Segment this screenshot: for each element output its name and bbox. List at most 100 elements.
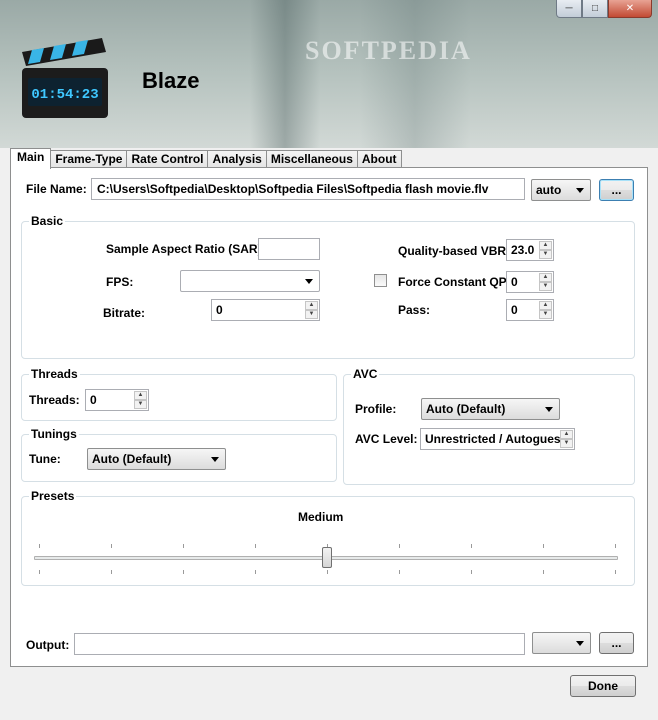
vbr-value: 23.0: [511, 243, 535, 257]
stepper-up-icon[interactable]: ▲: [134, 391, 147, 400]
avc-level-stepper[interactable]: Unrestricted / Autoguess ▲ ▼: [420, 428, 575, 450]
slider-tick: [543, 544, 544, 548]
stepper-up-icon[interactable]: ▲: [539, 301, 552, 310]
threads-group-title: Threads: [29, 367, 80, 381]
tune-label: Tune:: [29, 452, 61, 466]
stepper-up-icon[interactable]: ▲: [305, 301, 318, 310]
close-icon[interactable]: ✕: [608, 0, 652, 18]
stepper-down-icon[interactable]: ▼: [560, 439, 573, 448]
output-field[interactable]: [74, 633, 525, 655]
chevron-down-icon: [576, 188, 584, 193]
minimize-icon[interactable]: ─: [556, 0, 582, 18]
profile-select[interactable]: Auto (Default): [421, 398, 560, 420]
slider-tick: [111, 570, 112, 574]
tab-main[interactable]: Main: [10, 148, 52, 169]
stepper-down-icon[interactable]: ▼: [539, 250, 552, 259]
force-qp-value: 0: [511, 275, 518, 289]
slider-tick: [543, 570, 544, 574]
slider-tick: [399, 570, 400, 574]
output-format-select[interactable]: [532, 632, 591, 654]
stepper-up-icon[interactable]: ▲: [539, 273, 552, 282]
background-trees-2: [360, 0, 470, 148]
avc-group-title: AVC: [351, 367, 380, 381]
maximize-icon[interactable]: □: [582, 0, 608, 18]
header-banner: SOFTPEDIA 01:54:23 Blaze ─ □ ✕: [0, 0, 658, 148]
slider-tick: [39, 570, 40, 574]
basic-group-title: Basic: [29, 214, 66, 228]
slider-tick: [183, 570, 184, 574]
app-title: Blaze: [142, 68, 200, 93]
bitrate-label: Bitrate:: [103, 306, 146, 320]
force-qp-label: Force Constant QP:: [398, 275, 511, 289]
tunings-group-title: Tunings: [29, 427, 79, 441]
stepper-down-icon[interactable]: ▼: [539, 282, 552, 291]
preset-current-label: Medium: [298, 510, 344, 524]
slider-tick: [39, 544, 40, 548]
stepper-down-icon[interactable]: ▼: [134, 400, 147, 409]
stepper-up-icon[interactable]: ▲: [539, 241, 552, 250]
chevron-down-icon: [576, 641, 584, 646]
avc-level-label: AVC Level:: [355, 432, 418, 446]
profile-label: Profile:: [355, 402, 397, 416]
stepper-up-icon[interactable]: ▲: [560, 430, 573, 439]
threads-label: Threads:: [29, 393, 80, 407]
file-name-label: File Name:: [26, 182, 87, 196]
sar-field[interactable]: [258, 238, 320, 260]
fps-select[interactable]: [180, 270, 320, 292]
watermark-text: SOFTPEDIA: [305, 36, 472, 65]
bitrate-value: 0: [216, 303, 223, 317]
browse-output-button[interactable]: ...: [599, 632, 634, 654]
chevron-down-icon: [305, 279, 313, 284]
background-trees: [250, 0, 320, 148]
pass-value: 0: [511, 303, 518, 317]
slider-tick: [615, 570, 616, 574]
threads-stepper[interactable]: 0 ▲ ▼: [85, 389, 149, 411]
slider-tick: [399, 544, 400, 548]
presets-group-title: Presets: [29, 489, 77, 503]
done-button[interactable]: Done: [570, 675, 636, 697]
slider-tick: [327, 570, 328, 574]
clapperboard-logo-icon: 01:54:23: [22, 38, 108, 118]
bitrate-stepper-arrows: ▲ ▼: [305, 301, 318, 319]
chevron-down-icon: [545, 407, 553, 412]
input-format-value: auto: [536, 183, 562, 197]
pass-label: Pass:: [398, 303, 431, 317]
slider-tick: [111, 544, 112, 548]
avc-level-value: Unrestricted / Autoguess: [425, 432, 568, 446]
vbr-stepper[interactable]: 23.0 ▲ ▼: [506, 239, 554, 261]
force-qp-stepper[interactable]: 0 ▲ ▼: [506, 271, 554, 293]
pass-stepper-arrows: ▲ ▼: [539, 301, 552, 319]
profile-value: Auto (Default): [426, 402, 506, 416]
pass-stepper[interactable]: 0 ▲ ▼: [506, 299, 554, 321]
tune-select[interactable]: Auto (Default): [87, 448, 226, 470]
tab-strip: Main Frame-Type Rate Control Analysis Mi…: [10, 148, 402, 169]
stepper-down-icon[interactable]: ▼: [305, 310, 318, 319]
vbr-stepper-arrows: ▲ ▼: [539, 241, 552, 259]
file-name-field[interactable]: C:\Users\Softpedia\Desktop\Softpedia Fil…: [91, 178, 525, 200]
slider-tick: [255, 570, 256, 574]
logo-clock-text: 01:54:23: [31, 87, 98, 103]
threads-value: 0: [90, 393, 97, 407]
tune-value: Auto (Default): [92, 452, 172, 466]
window-controls: ─ □ ✕: [556, 0, 652, 18]
output-label: Output:: [26, 638, 70, 652]
fps-label: FPS:: [106, 275, 134, 289]
browse-input-button[interactable]: ...: [599, 179, 634, 201]
stepper-down-icon[interactable]: ▼: [539, 310, 552, 319]
threads-stepper-arrows: ▲ ▼: [134, 391, 147, 409]
slider-tick: [255, 544, 256, 548]
force-qp-stepper-arrows: ▲ ▼: [539, 273, 552, 291]
force-qp-checkbox[interactable]: [374, 274, 387, 287]
vbr-label: Quality-based VBR:: [398, 244, 511, 258]
slider-tick: [615, 544, 616, 548]
slider-tick: [471, 544, 472, 548]
input-format-select[interactable]: auto: [531, 179, 591, 201]
main-tab-panel: File Name: C:\Users\Softpedia\Desktop\So…: [10, 167, 648, 667]
chevron-down-icon: [211, 457, 219, 462]
preset-slider-thumb[interactable]: [322, 547, 332, 568]
avc-level-stepper-arrows: ▲ ▼: [560, 430, 573, 448]
bitrate-stepper[interactable]: 0 ▲ ▼: [211, 299, 320, 321]
sar-label: Sample Aspect Ratio (SAR):: [106, 242, 266, 256]
slider-tick: [183, 544, 184, 548]
slider-tick: [471, 570, 472, 574]
